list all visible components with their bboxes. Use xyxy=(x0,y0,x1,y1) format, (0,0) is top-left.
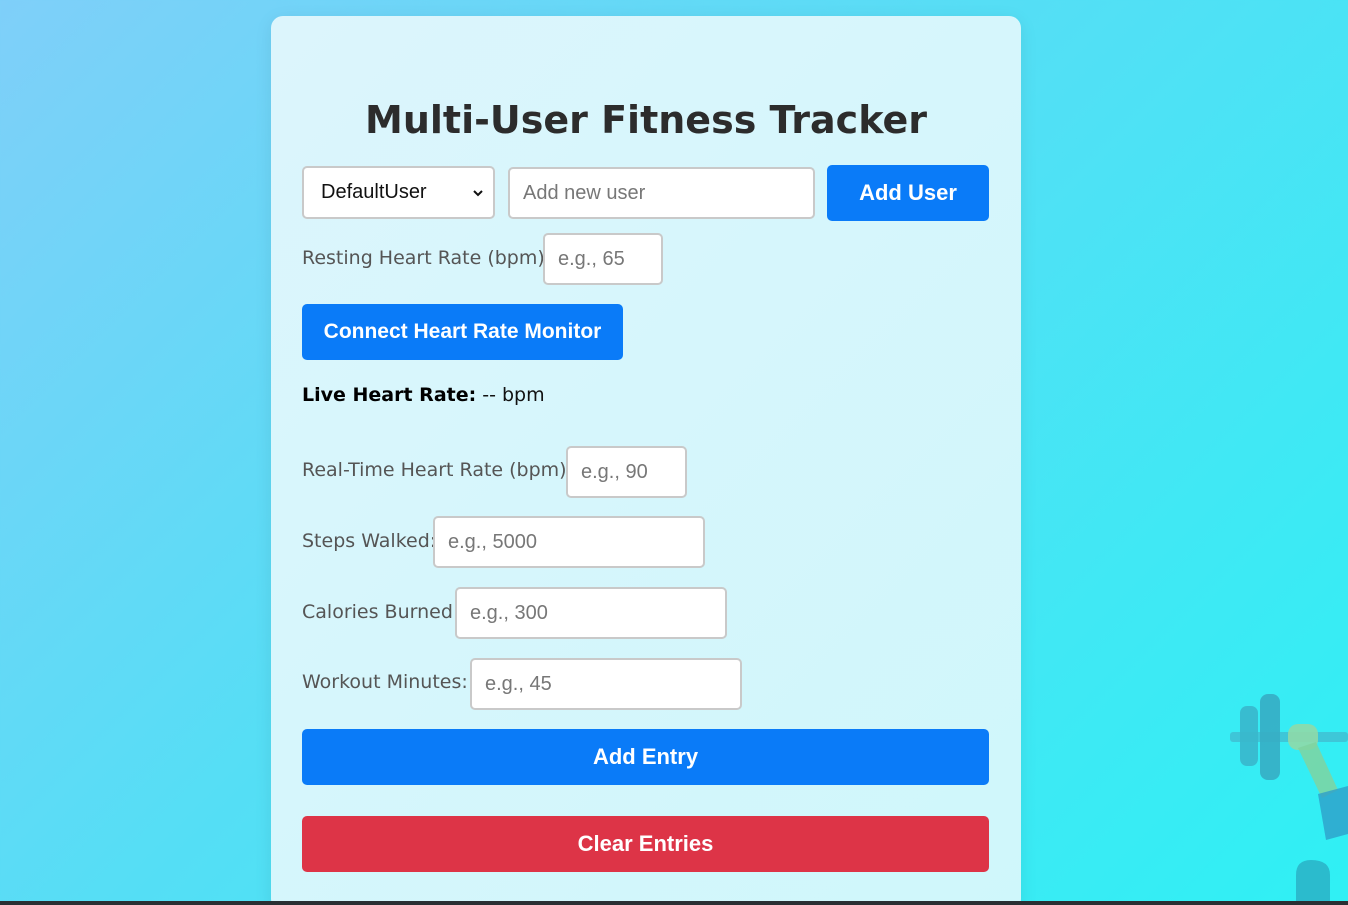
steps-walked-label: Steps Walked: xyxy=(302,530,437,552)
steps-walked-input[interactable] xyxy=(433,516,705,568)
chevron-down-icon xyxy=(473,189,483,196)
realtime-heart-rate-label: Real-Time Heart Rate (bpm): xyxy=(302,459,573,481)
add-user-button[interactable]: Add User xyxy=(827,165,989,221)
user-select[interactable]: DefaultUser xyxy=(302,166,495,219)
workout-minutes-label: Workout Minutes: xyxy=(302,671,468,693)
page-title: Multi-User Fitness Tracker xyxy=(365,98,927,142)
bottom-edge-bar xyxy=(0,901,1348,905)
workout-minutes-input[interactable] xyxy=(470,658,742,710)
add-entry-button[interactable]: Add Entry xyxy=(302,729,989,785)
realtime-heart-rate-input[interactable] xyxy=(566,446,687,498)
calories-burned-input[interactable] xyxy=(455,587,727,639)
resting-heart-rate-input[interactable] xyxy=(543,233,663,285)
live-heart-rate-label: Live Heart Rate: xyxy=(302,384,477,406)
calories-burned-label: Calories Burned: xyxy=(302,601,460,623)
dumbbell-icon xyxy=(1230,694,1348,905)
live-heart-rate: Live Heart Rate: -- bpm xyxy=(302,384,545,406)
clear-entries-button[interactable]: Clear Entries xyxy=(302,816,989,872)
live-heart-rate-value: -- bpm xyxy=(482,384,545,406)
new-user-input[interactable] xyxy=(508,167,815,219)
connect-monitor-button[interactable]: Connect Heart Rate Monitor xyxy=(302,304,623,360)
tracker-card: Multi-User Fitness Tracker DefaultUser A… xyxy=(271,16,1021,905)
user-select-value: DefaultUser xyxy=(321,181,427,203)
resting-heart-rate-label: Resting Heart Rate (bpm): xyxy=(302,247,552,269)
